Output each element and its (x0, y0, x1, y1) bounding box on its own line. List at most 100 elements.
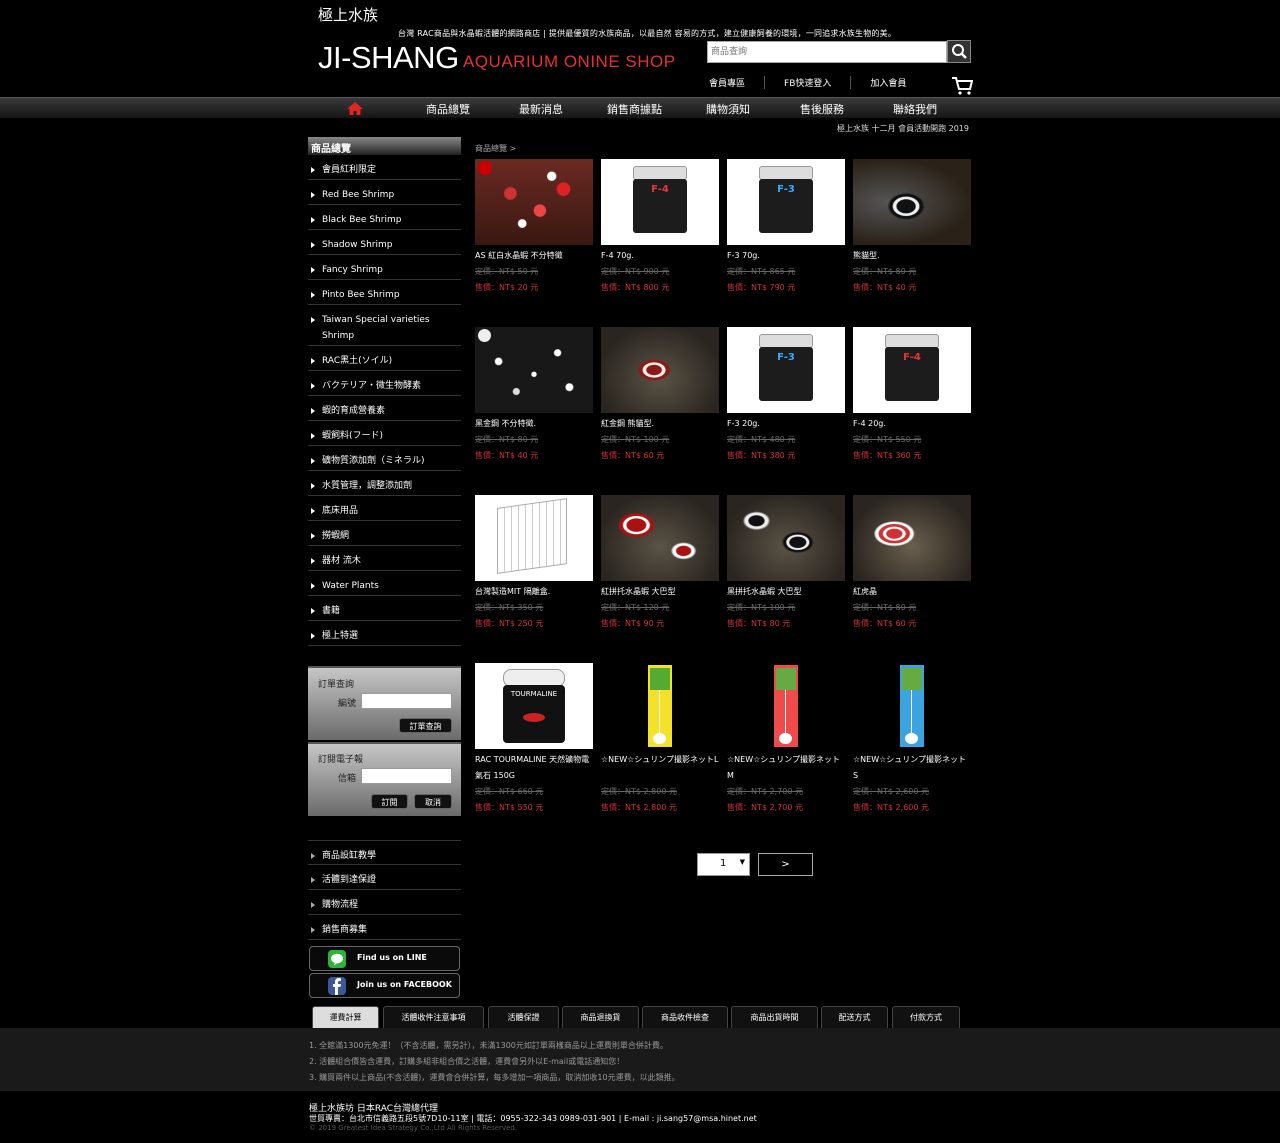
product-name[interactable]: 紅金鋼 熊貓型. (601, 416, 719, 432)
next-page-button[interactable]: > (758, 853, 813, 876)
product-name[interactable]: F-4 20g. (853, 416, 971, 432)
product-card[interactable]: AS 紅白水晶蝦 不分特徵 定價：NT$ 50 元 售價：NT$ 20 元 (475, 159, 593, 296)
tab-delivery[interactable]: 配送方式 (821, 1006, 888, 1028)
page-select[interactable]: 1 ▼ (697, 853, 750, 876)
tab-shipping-time[interactable]: 商品出貨時間 (731, 1006, 818, 1028)
product-name[interactable]: F-3 70g. (727, 248, 845, 264)
sidebar-item-taiwan-special[interactable]: Taiwan Special varieties Shrimp (308, 305, 461, 346)
info-link-shopping-process[interactable]: 購物流程 (308, 890, 461, 915)
product-card[interactable]: 黑金鋼 不分特徵. 定價：NT$ 80 元 售價：NT$ 40 元 (475, 327, 593, 464)
nav-after-sales[interactable]: 售後服務 (800, 101, 844, 117)
breadcrumb[interactable]: 商品總覽 > (475, 143, 516, 154)
product-card[interactable]: 熊貓型. 定價：NT$ 80 元 售價：NT$ 40 元 (853, 159, 971, 296)
tab-shipping-fee[interactable]: 運費計算 (312, 1006, 379, 1028)
nav-retailers[interactable]: 銷售商據點 (607, 101, 662, 117)
product-name[interactable]: AS 紅白水晶蝦 不分特徵 (475, 248, 593, 264)
sidebar-item-soil[interactable]: RAC黑土(ソイル) (308, 346, 461, 371)
tab-payment[interactable]: 付款方式 (892, 1006, 960, 1028)
sidebar-item-equipment[interactable]: 器材 流木 (308, 546, 461, 571)
sidebar-item-member-bonus[interactable]: 會員紅利限定 (308, 155, 461, 180)
order-query-button[interactable]: 訂單查詢 (399, 718, 452, 733)
sidebar-item-water-quality[interactable]: 水質管理，調整添加劑 (308, 471, 461, 496)
product-image[interactable] (601, 327, 719, 413)
product-name[interactable]: RAC TOURMALINE 天然礦物電氣石 150G (475, 752, 593, 784)
product-name[interactable]: F-3 20g. (727, 416, 845, 432)
sidebar-item-selection[interactable]: 極上特選 (308, 621, 461, 646)
cart-button[interactable] (951, 74, 974, 96)
product-card[interactable]: 紅拼托水晶蝦 大巴型 定價：NT$ 120 元 售價：NT$ 90 元 (601, 495, 719, 632)
product-card[interactable]: ☆NEW☆シュリンプ撮影ネットS 定價：NT$ 2,600 元 售價：NT$ 2… (853, 663, 971, 816)
product-image[interactable] (727, 663, 845, 749)
product-image[interactable] (853, 159, 971, 245)
product-card[interactable]: F-3 F-3 20g. 定價：NT$ 480 元 售價：NT$ 380 元 (727, 327, 845, 464)
sidebar-item-bacteria[interactable]: バクテリア・微生物酵素 (308, 371, 461, 396)
home-icon[interactable] (347, 102, 363, 115)
sidebar-item-red-bee[interactable]: Red Bee Shrimp (308, 180, 461, 205)
product-card[interactable]: 黑拼托水晶蝦 大巴型 定價：NT$ 100 元 售價：NT$ 80 元 (727, 495, 845, 632)
product-image[interactable] (475, 159, 593, 245)
tab-receipt-check[interactable]: 商品收件檢查 (642, 1006, 728, 1028)
product-card[interactable]: ☆NEW☆シュリンプ撮影ネットL 定價：NT$ 2,800 元 售價：NT$ 2… (601, 663, 719, 816)
product-image[interactable] (727, 495, 845, 581)
tab-returns[interactable]: 商品退換貨 (562, 1006, 639, 1028)
nav-news[interactable]: 最新消息 (519, 101, 563, 117)
sidebar-item-nutrients[interactable]: 蝦的育成營養素 (308, 396, 461, 421)
product-name[interactable]: 紅拼托水晶蝦 大巴型 (601, 584, 719, 600)
product-card[interactable]: F-4 F-4 20g. 定價：NT$ 550 元 售價：NT$ 360 元 (853, 327, 971, 464)
product-card[interactable]: F-3 F-3 70g. 定價：NT$ 865 元 售價：NT$ 790 元 (727, 159, 845, 296)
product-image[interactable] (475, 495, 593, 581)
product-name[interactable]: 黑拼托水晶蝦 大巴型 (727, 584, 845, 600)
nav-contact[interactable]: 聯絡我們 (893, 101, 937, 117)
member-area-link[interactable]: 會員專區 (690, 76, 764, 89)
product-image[interactable]: TOURMALINE (475, 663, 593, 749)
product-image[interactable]: F-4 (601, 159, 719, 245)
product-card[interactable]: F-4 F-4 70g. 定價：NT$ 900 元 售價：NT$ 800 元 (601, 159, 719, 296)
announcement[interactable]: 極上水族 十二月 會員活動開跑 2019 (837, 123, 969, 134)
sidebar-item-pinto[interactable]: Pinto Bee Shrimp (308, 280, 461, 305)
info-link-dealer-recruit[interactable]: 銷售商募集 (308, 915, 461, 940)
sidebar-item-food[interactable]: 蝦飼料(フード) (308, 421, 461, 446)
product-image[interactable] (853, 663, 971, 749)
product-image[interactable] (601, 663, 719, 749)
product-name[interactable]: 台灣製造MIT 隔離盒. (475, 584, 593, 600)
product-card[interactable]: 紅金鋼 熊貓型. 定價：NT$ 100 元 售價：NT$ 60 元 (601, 327, 719, 464)
product-card[interactable]: ☆NEW☆シュリンプ撮影ネットM 定價：NT$ 2,700 元 售價：NT$ 2… (727, 663, 845, 816)
sidebar-item-books[interactable]: 書籍 (308, 596, 461, 621)
sidebar-item-fancy[interactable]: Fancy Shrimp (308, 255, 461, 280)
facebook-button[interactable]: Join us on FACEBOOK (309, 973, 460, 998)
join-member-link[interactable]: 加入會員 (850, 76, 925, 89)
newsletter-email-field[interactable] (361, 768, 452, 784)
sidebar-item-black-bee[interactable]: Black Bee Shrimp (308, 205, 461, 230)
sidebar-item-substrate[interactable]: 底床用品 (308, 496, 461, 521)
sidebar-item-minerals[interactable]: 礦物質添加劑（ミネラル) (308, 446, 461, 471)
line-button[interactable]: Find us on LINE (309, 946, 460, 971)
order-number-input[interactable] (361, 693, 452, 709)
product-image[interactable] (475, 327, 593, 413)
sidebar-item-nets[interactable]: 撈蝦網 (308, 521, 461, 546)
site-name[interactable]: 極上水族 (318, 4, 378, 25)
sidebar-item-shadow[interactable]: Shadow Shrimp (308, 230, 461, 255)
nav-shopping-guide[interactable]: 購物須知 (706, 101, 750, 117)
search-button[interactable] (947, 40, 971, 63)
unsubscribe-button[interactable]: 取消 (414, 794, 452, 809)
tab-live-guarantee[interactable]: 活體保證 (488, 1006, 559, 1028)
fb-login-link[interactable]: FB快速登入 (764, 76, 850, 89)
info-link-setup-guide[interactable]: 商品設缸教學 (308, 840, 461, 865)
tab-live-receipt[interactable]: 活體收件注意事項 (383, 1006, 484, 1028)
product-name[interactable]: 黑金鋼 不分特徵. (475, 416, 593, 432)
product-name[interactable]: ☆NEW☆シュリンプ撮影ネットS (853, 752, 971, 784)
product-image[interactable] (853, 495, 971, 581)
product-name[interactable]: ☆NEW☆シュリンプ撮影ネットL (601, 752, 719, 784)
site-logo-subtitle[interactable]: AQUARIUM ONINE SHOP (463, 52, 676, 72)
sidebar-item-water-plants[interactable]: Water Plants (308, 571, 461, 596)
product-image[interactable] (601, 495, 719, 581)
search-input[interactable] (707, 41, 947, 63)
product-name[interactable]: 紅虎晶 (853, 584, 971, 600)
subscribe-button[interactable]: 訂閱 (371, 794, 408, 809)
product-card[interactable]: 紅虎晶 定價：NT$ 80 元 售價：NT$ 60 元 (853, 495, 971, 632)
product-image[interactable]: F-3 (727, 327, 845, 413)
product-name[interactable]: F-4 70g. (601, 248, 719, 264)
product-image[interactable]: F-3 (727, 159, 845, 245)
info-link-arrival-guarantee[interactable]: 活體到達保證 (308, 865, 461, 890)
product-card[interactable]: 台灣製造MIT 隔離盒. 定價：NT$ 350 元 售價：NT$ 250 元 (475, 495, 593, 632)
